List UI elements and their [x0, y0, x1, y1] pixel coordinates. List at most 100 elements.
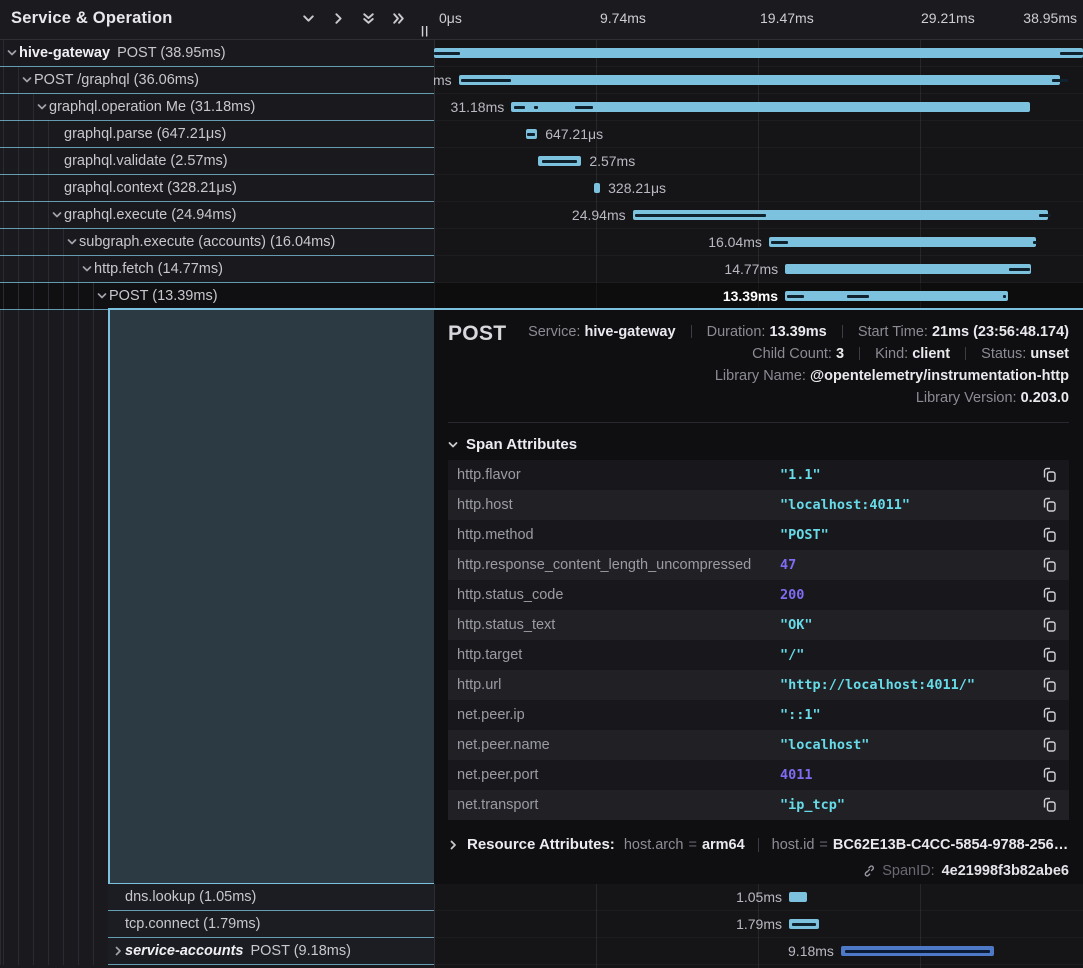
- resource-value: BC62E13B-C4CC-5854-9788-256…: [833, 837, 1068, 853]
- attribute-value: "ip_tcp": [780, 797, 845, 813]
- span-id-value: 4e21998f3b82abe6: [942, 863, 1069, 879]
- span-bar[interactable]: [434, 48, 1083, 58]
- chevron-down-icon[interactable]: [19, 75, 34, 85]
- span-timeline-cell[interactable]: 16.04ms: [434, 229, 1083, 256]
- chevron-down-icon[interactable]: [300, 10, 317, 27]
- child-span-marker: [1052, 79, 1068, 82]
- span-timeline-cell[interactable]: 13.39ms: [434, 283, 1083, 310]
- double-chevron-right-icon[interactable]: [390, 10, 407, 27]
- span-name: graphql.validate (2.57ms): [64, 153, 228, 169]
- span-bar[interactable]: [785, 264, 1031, 274]
- span-row-label[interactable]: graphql.validate (2.57ms): [0, 148, 434, 175]
- span-duration-label: 24.94ms: [572, 207, 626, 223]
- attribute-key: http.response_content_length_uncompresse…: [457, 557, 751, 573]
- span-row[interactable]: POST /graphql (36.06ms)36.06ms: [0, 67, 1083, 94]
- span-bar[interactable]: [785, 291, 1008, 301]
- span-duration-label: 1.05ms: [736, 889, 782, 905]
- span-row-label[interactable]: subgraph.execute (accounts) (16.04ms): [0, 229, 434, 256]
- span-row-label[interactable]: graphql.execute (24.94ms): [0, 202, 434, 229]
- selected-span-region[interactable]: [108, 310, 434, 884]
- span-timeline-cell[interactable]: 31.18ms: [434, 94, 1083, 121]
- span-row[interactable]: http.fetch (14.77ms) 14.77ms: [0, 256, 1083, 283]
- span-bar[interactable]: [594, 183, 600, 193]
- child-span-marker: [635, 214, 767, 217]
- chevron-down-icon[interactable]: [94, 291, 109, 301]
- copy-icon[interactable]: [1041, 466, 1059, 484]
- span-row[interactable]: dns.lookup (1.05ms) 1.05ms: [0, 884, 1083, 911]
- span-timeline-cell[interactable]: 24.94ms: [434, 202, 1083, 229]
- span-attributes-toggle[interactable]: Span Attributes: [448, 436, 577, 453]
- span-row-label[interactable]: graphql.context (328.21μs): [0, 175, 434, 202]
- attribute-value: "OK": [780, 617, 813, 633]
- span-row-label[interactable]: hive-gatewayPOST (38.95ms): [0, 40, 434, 67]
- span-row-label[interactable]: POST (13.39ms): [0, 283, 434, 310]
- span-timeline-cell[interactable]: 36.06ms: [434, 67, 1083, 94]
- copy-icon[interactable]: [1041, 646, 1059, 664]
- status-label: Status:: [981, 346, 1026, 362]
- copy-icon[interactable]: [1041, 736, 1059, 754]
- span-bar[interactable]: [769, 237, 1036, 247]
- child-span-marker: [542, 160, 578, 163]
- span-timeline-cell[interactable]: 38.95ms: [434, 40, 1083, 67]
- copy-icon[interactable]: [1041, 526, 1059, 544]
- chevron-down-icon[interactable]: [34, 102, 49, 112]
- chevron-down-icon[interactable]: [49, 210, 64, 220]
- span-bar[interactable]: [789, 892, 807, 902]
- span-row-label[interactable]: http.fetch (14.77ms): [0, 256, 434, 283]
- span-row-label[interactable]: dns.lookup (1.05ms): [108, 884, 434, 911]
- span-duration-label: 14.77ms: [724, 261, 778, 277]
- copy-icon[interactable]: [1041, 496, 1059, 514]
- span-timeline-cell[interactable]: 328.21μs: [434, 175, 1083, 202]
- span-row[interactable]: graphql.parse (647.21μs)647.21μs: [0, 121, 1083, 148]
- chevron-down-icon[interactable]: [64, 237, 79, 247]
- span-timeline-cell[interactable]: 647.21μs: [434, 121, 1083, 148]
- span-row[interactable]: service-accountsPOST (9.18ms)9.18ms: [0, 938, 1083, 965]
- copy-icon[interactable]: [1041, 616, 1059, 634]
- chevron-down-icon[interactable]: [4, 48, 19, 58]
- span-row[interactable]: hive-gatewayPOST (38.95ms) 38.95ms: [0, 40, 1083, 67]
- span-name: graphql.operation Me (31.18ms): [49, 99, 255, 115]
- span-row-label[interactable]: graphql.parse (647.21μs): [0, 121, 434, 148]
- span-row-label[interactable]: POST /graphql (36.06ms): [0, 67, 434, 94]
- link-icon[interactable]: [861, 864, 875, 878]
- span-row-label[interactable]: graphql.operation Me (31.18ms): [0, 94, 434, 121]
- span-name: hive-gatewayPOST (38.95ms): [19, 45, 226, 61]
- column-resize-handle[interactable]: ||: [421, 25, 429, 37]
- child-span-marker: [434, 52, 460, 55]
- span-row[interactable]: graphql.context (328.21μs)328.21μs: [0, 175, 1083, 202]
- service-name: hive-gateway: [19, 45, 110, 61]
- span-row-label[interactable]: tcp.connect (1.79ms): [108, 911, 434, 938]
- copy-icon[interactable]: [1041, 676, 1059, 694]
- copy-icon[interactable]: [1041, 556, 1059, 574]
- status-value: unset: [1030, 346, 1069, 362]
- span-bar[interactable]: [459, 75, 1060, 85]
- chevron-right-icon[interactable]: [330, 10, 347, 27]
- span-row[interactable]: graphql.execute (24.94ms) 24.94ms: [0, 202, 1083, 229]
- span-row[interactable]: subgraph.execute (accounts) (16.04ms)16.…: [0, 229, 1083, 256]
- attribute-value: 4011: [780, 767, 813, 783]
- span-timeline-cell[interactable]: 1.79ms: [434, 911, 1083, 938]
- double-chevron-down-icon[interactable]: [360, 10, 377, 27]
- attribute-key: net.peer.name: [457, 737, 550, 753]
- span-row[interactable]: tcp.connect (1.79ms)1.79ms: [0, 911, 1083, 938]
- copy-icon[interactable]: [1041, 766, 1059, 784]
- span-timeline-cell[interactable]: 14.77ms: [434, 256, 1083, 283]
- span-row[interactable]: graphql.validate (2.57ms) 2.57ms: [0, 148, 1083, 175]
- span-timeline-cell[interactable]: 2.57ms: [434, 148, 1083, 175]
- copy-icon[interactable]: [1041, 586, 1059, 604]
- resource-attributes-row[interactable]: Resource Attributes: host.arch=arm64 hos…: [448, 836, 1068, 853]
- kind-label: Kind:: [875, 346, 908, 362]
- attribute-key: http.url: [457, 677, 501, 693]
- copy-icon[interactable]: [1041, 706, 1059, 724]
- chevron-right-icon[interactable]: [110, 946, 125, 956]
- copy-icon[interactable]: [1041, 796, 1059, 814]
- span-row-label[interactable]: service-accountsPOST (9.18ms): [108, 938, 434, 965]
- span-row[interactable]: POST (13.39ms)13.39ms: [0, 283, 1083, 310]
- attribute-row: net.transport"ip_tcp": [448, 790, 1069, 820]
- span-row[interactable]: graphql.operation Me (31.18ms) 31.18ms: [0, 94, 1083, 121]
- span-timeline-cell[interactable]: 1.05ms: [434, 884, 1083, 911]
- span-timeline-cell[interactable]: 9.18ms: [434, 938, 1083, 965]
- chevron-down-icon[interactable]: [79, 264, 94, 274]
- detail-meta-line-2: Child Count: 3 Kind: client Status: unse…: [752, 346, 1069, 362]
- indent-guides: [0, 911, 108, 938]
